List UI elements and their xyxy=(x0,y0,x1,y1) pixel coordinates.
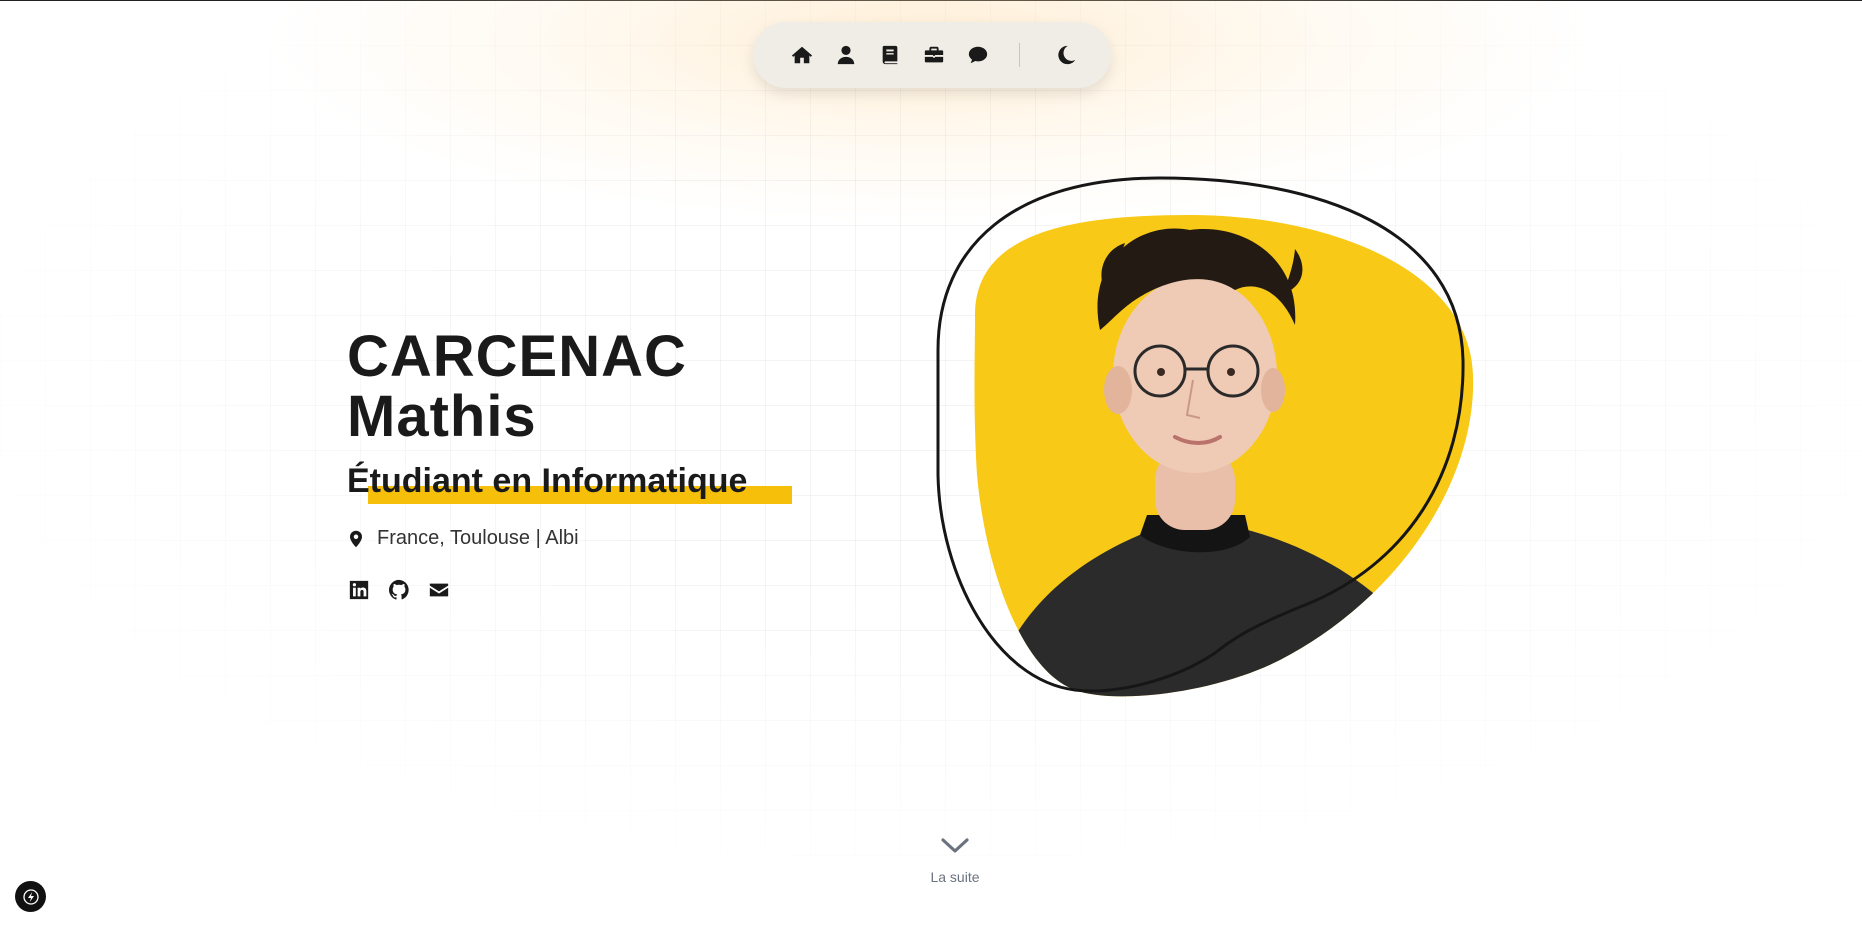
corner-badge-button[interactable] xyxy=(15,881,46,912)
role-title: Étudiant en Informatique xyxy=(347,462,748,500)
theme-toggle-button[interactable] xyxy=(1044,33,1088,77)
nav-education-button[interactable] xyxy=(868,33,912,77)
background-grid xyxy=(0,0,1862,860)
last-name: CARCENAC xyxy=(347,324,687,389)
scroll-label: La suite xyxy=(930,869,980,885)
social-links xyxy=(347,578,467,602)
nav-contact-button[interactable] xyxy=(956,33,1000,77)
book-icon xyxy=(882,45,898,65)
email-link[interactable] xyxy=(427,578,451,602)
user-icon xyxy=(837,45,855,65)
chat-icon xyxy=(968,46,988,64)
briefcase-icon xyxy=(924,46,944,63)
location-pin-icon xyxy=(350,530,362,547)
lightning-icon xyxy=(22,888,39,905)
github-icon xyxy=(388,579,409,600)
nav-home-button[interactable] xyxy=(780,33,824,77)
nav-about-button[interactable] xyxy=(824,33,868,77)
linkedin-link[interactable] xyxy=(347,578,371,602)
floating-navbar xyxy=(753,22,1111,88)
location: France, Toulouse | Albi xyxy=(347,527,579,550)
nav-projects-button[interactable] xyxy=(912,33,956,77)
moon-icon xyxy=(1058,45,1076,65)
role-block: Étudiant en Informatique xyxy=(347,458,792,504)
nav-divider xyxy=(1019,43,1020,67)
first-name: Mathis xyxy=(347,384,537,449)
github-link[interactable] xyxy=(387,578,411,602)
chevron-down-icon xyxy=(941,838,969,853)
linkedin-icon xyxy=(349,580,369,600)
hero-name: CARCENAC Mathis xyxy=(347,327,687,447)
mail-icon xyxy=(429,583,449,597)
location-text: France, Toulouse | Albi xyxy=(377,527,579,549)
home-icon xyxy=(791,46,813,64)
scroll-down-button[interactable]: La suite xyxy=(905,835,1005,885)
profile-portrait xyxy=(936,176,1474,697)
